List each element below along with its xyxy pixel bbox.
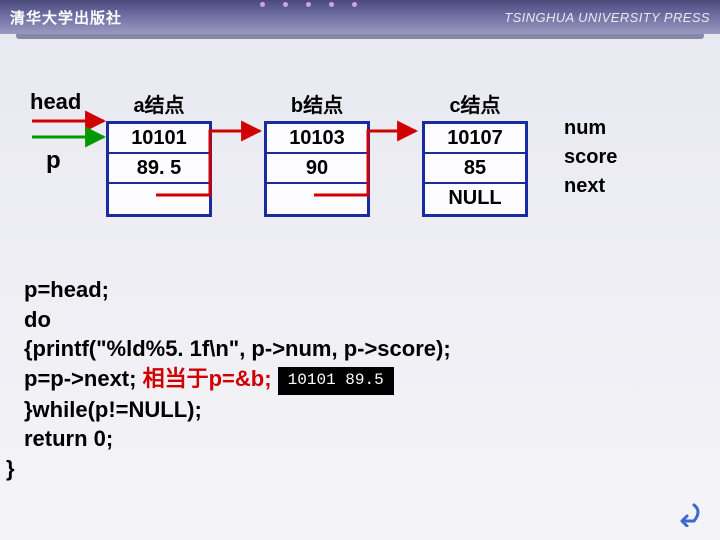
node-c-num: 10107 [425, 124, 525, 154]
linked-list-diagram: a结点 10101 89. 5 b结点 10103 90 c结点 10107 8… [106, 89, 528, 217]
node-a: a结点 10101 89. 5 [106, 89, 212, 217]
node-b-next [267, 184, 367, 214]
title-bar: 清华大学出版社 TSINGHUA UNIVERSITY PRESS [0, 0, 720, 34]
head-pointer-label: head [30, 89, 81, 115]
node-c-box: 10107 85 NULL [422, 121, 528, 217]
publisher-en: TSINGHUA UNIVERSITY PRESS [504, 10, 710, 25]
node-a-score: 89. 5 [109, 154, 209, 184]
code-line-4: p=p->next; 相当于p=&b; 10101 89.5 [24, 364, 712, 395]
field-next-label: next [564, 175, 617, 198]
code-line-7: } [6, 454, 712, 484]
console-output: 10101 89.5 [278, 367, 394, 395]
node-c-next: NULL [425, 184, 525, 214]
field-num-label: num [564, 117, 617, 140]
node-a-box: 10101 89. 5 [106, 121, 212, 217]
code-line-6: return 0; [24, 424, 712, 454]
p-pointer-label: p [46, 147, 61, 175]
code-line-2: do [24, 305, 712, 335]
node-c-label: c结点 [449, 89, 500, 118]
code-line-3: {printf("%ld%5. 1f\n", p->num, p->score)… [24, 334, 712, 364]
node-b: b结点 10103 90 [264, 89, 370, 217]
node-a-label: a结点 [133, 89, 184, 118]
node-a-num: 10101 [109, 124, 209, 154]
code-line-1: p=head; [24, 275, 712, 305]
field-score-label: score [564, 146, 617, 169]
node-c-score: 85 [425, 154, 525, 184]
code-line-4-note: 相当于p=&b; [143, 366, 272, 391]
struct-field-labels: num score next [564, 117, 617, 198]
slide-content: head p a结点 10101 89. 5 b结点 10103 90 c结点 … [0, 39, 720, 95]
code-block: p=head; do {printf("%ld%5. 1f\n", p->num… [24, 275, 712, 484]
node-a-next [109, 184, 209, 214]
node-b-box: 10103 90 [264, 121, 370, 217]
node-b-num: 10103 [267, 124, 367, 154]
code-line-5: }while(p!=NULL); [24, 395, 712, 425]
node-b-label: b结点 [291, 89, 343, 118]
code-line-4-main: p=p->next; [24, 366, 143, 391]
node-b-score: 90 [267, 154, 367, 184]
node-c: c结点 10107 85 NULL [422, 89, 528, 217]
back-arrow-icon [668, 499, 704, 527]
back-button[interactable] [668, 499, 704, 532]
publisher-zh: 清华大学出版社 [10, 7, 122, 28]
